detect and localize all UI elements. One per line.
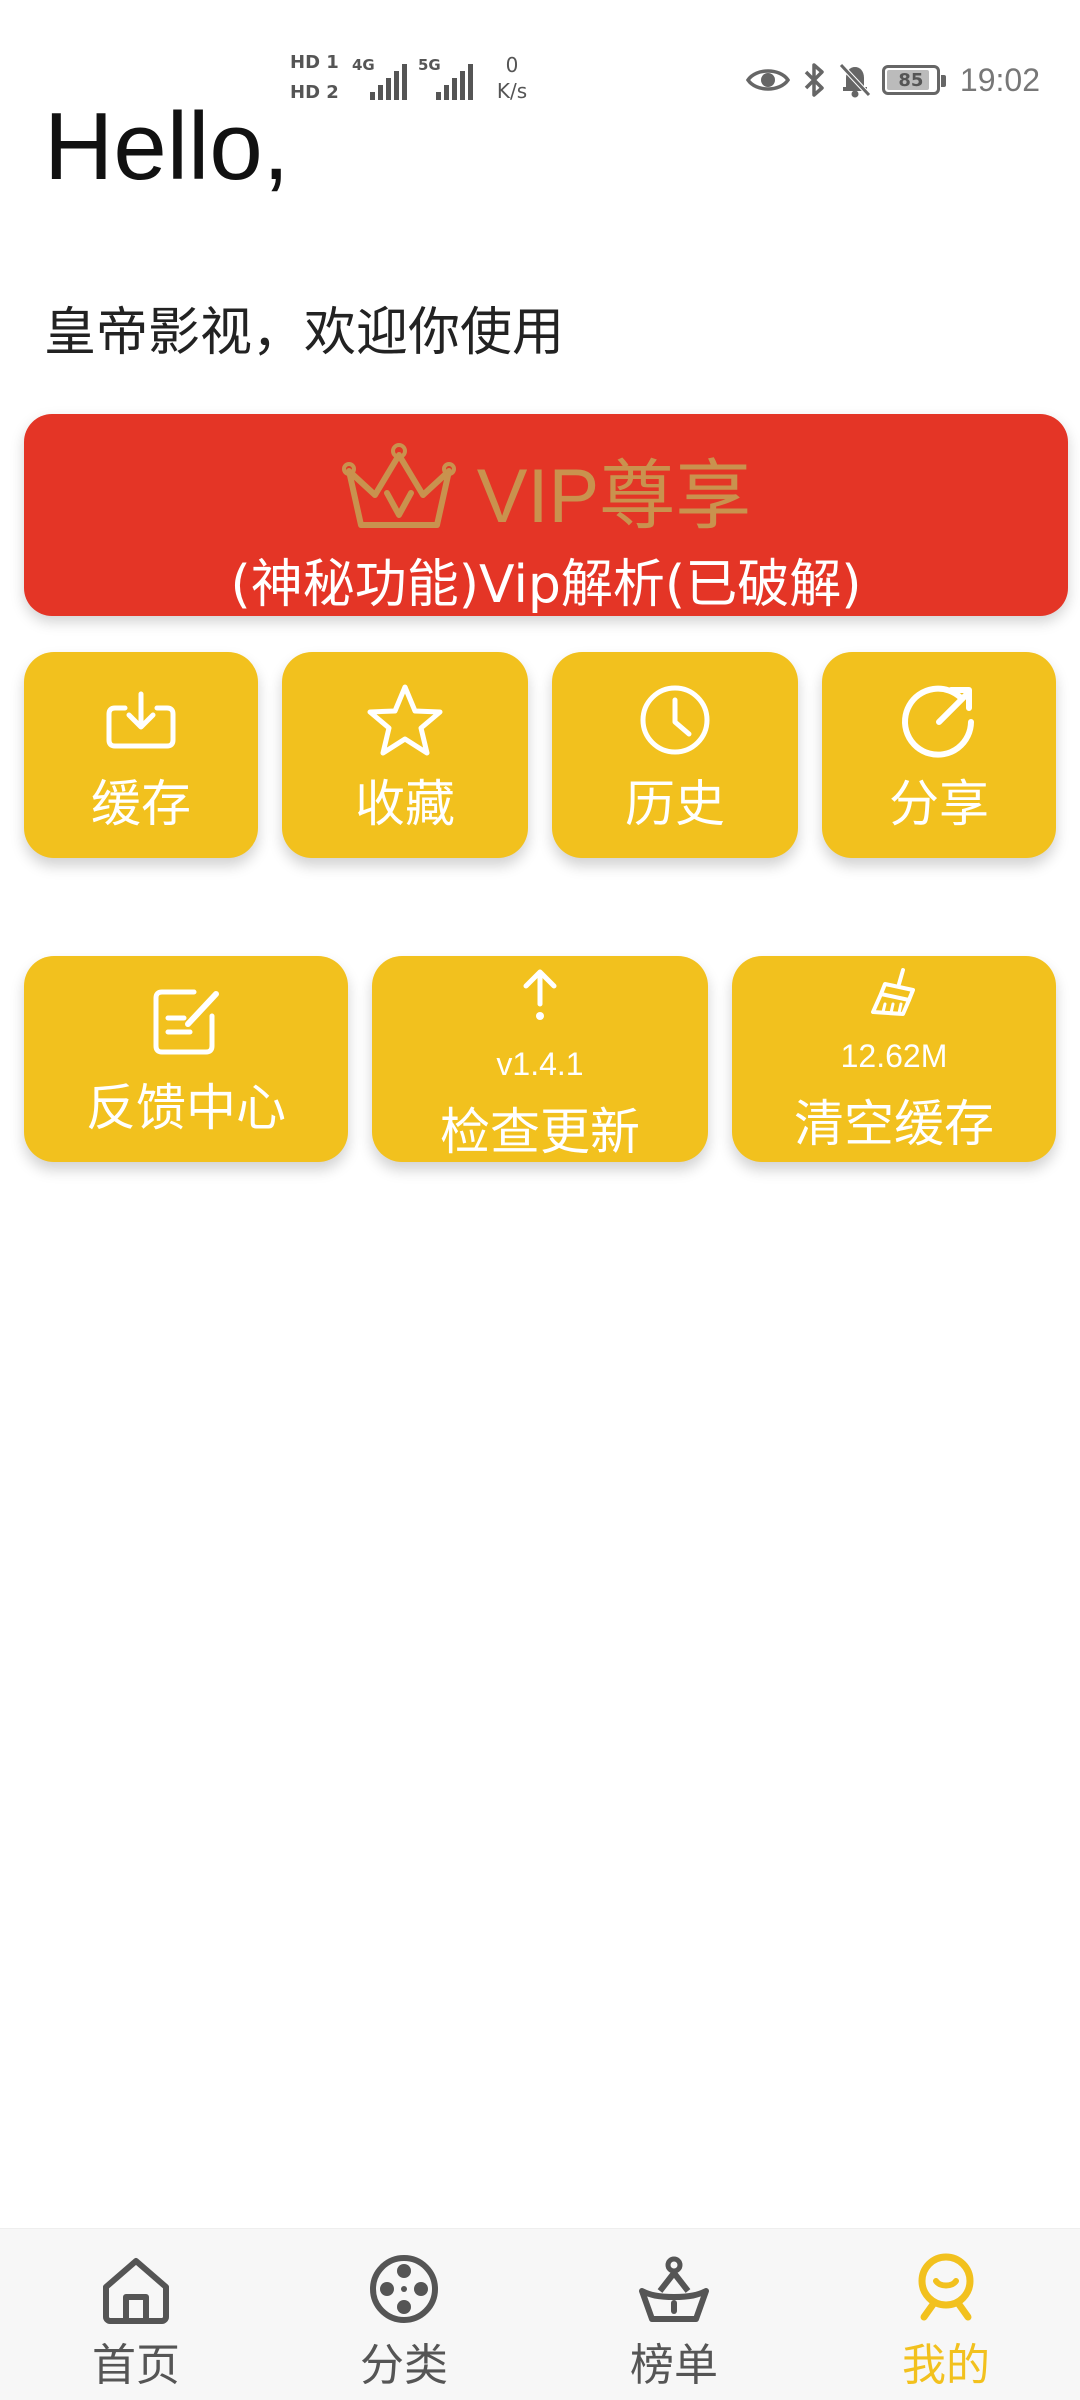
cache-button[interactable]: 缓存 (24, 652, 258, 858)
feedback-label: 反馈中心 (86, 1079, 286, 1137)
clear-cache-label: 清空缓存 (794, 1095, 994, 1153)
network-speed: 0 K/s (482, 52, 542, 104)
broom-icon (871, 968, 915, 1016)
feedback-button[interactable]: 反馈中心 (24, 956, 348, 1162)
check-update-label: 检查更新 (440, 1103, 640, 1161)
nav-home[interactable]: 首页 (36, 2229, 236, 2400)
edit-icon (153, 989, 219, 1055)
share-label: 分享 (889, 775, 989, 833)
version-text: v1.4.1 (496, 1046, 584, 1082)
hd2-label: HD 2 (290, 82, 339, 103)
user-icon (918, 2253, 974, 2321)
clear-cache-button[interactable]: 12.62M 清空缓存 (732, 956, 1056, 1162)
battery-icon: 85 (881, 65, 946, 95)
share-button[interactable]: 分享 (822, 652, 1056, 858)
vip-title-row: VIP尊享 (24, 434, 1068, 544)
arrow-up-icon (523, 969, 557, 1020)
download-icon (106, 691, 176, 749)
favorites-button[interactable]: 收藏 (282, 652, 528, 858)
nav-category-label: 分类 (360, 2340, 448, 2391)
crown-icon (341, 443, 456, 528)
hd1-label: HD 1 (290, 52, 339, 73)
signal-4g-icon: 4G (352, 56, 412, 100)
mute-bell-icon (839, 63, 871, 98)
hd-indicator: HD 1 HD 2 (290, 48, 342, 112)
history-button[interactable]: 历史 (552, 652, 798, 858)
nav-ranking[interactable]: 榜单 (574, 2229, 774, 2400)
bottom-navigation: 首页 分类 榜单 我的 (0, 2228, 1080, 2400)
check-update-button[interactable]: v1.4.1 检查更新 (372, 956, 708, 1162)
battery-level: 85 (898, 69, 924, 91)
trophy-icon (639, 2256, 709, 2322)
network-speed-unit: K/s (496, 79, 528, 103)
nav-home-label: 首页 (92, 2340, 180, 2391)
welcome-text: 皇帝影视，欢迎你使用 (44, 303, 565, 363)
vip-banner[interactable]: VIP尊享 (神秘功能)Vip解析(已破解) (24, 414, 1068, 616)
status-icons: 85 19:02 (745, 56, 1040, 104)
share-icon (902, 685, 974, 758)
nav-mine[interactable]: 我的 (846, 2229, 1046, 2400)
clock-icon (640, 685, 710, 755)
clock-time: 19:02 (959, 61, 1040, 98)
vip-title: VIP尊享 (476, 454, 752, 539)
network-speed-value: 0 (505, 53, 519, 77)
cache-size-text: 12.62M (840, 1038, 948, 1074)
favorites-label: 收藏 (355, 775, 455, 833)
star-icon (367, 684, 443, 756)
eye-icon (745, 69, 790, 91)
cache-label: 缓存 (91, 775, 191, 833)
vip-subtitle: (神秘功能)Vip解析(已破解) (230, 555, 862, 615)
bluetooth-icon (804, 63, 824, 97)
home-icon (103, 2258, 169, 2324)
nav-category[interactable]: 分类 (304, 2229, 504, 2400)
profile-page: HD 1 HD 2 4G 5G 0 K/s 85 19:02 Hello, 皇帝… (0, 0, 1080, 2400)
signal-5g-icon: 5G (418, 56, 478, 100)
history-label: 历史 (625, 775, 725, 833)
greeting: Hello, (44, 93, 290, 200)
nav-mine-label: 我的 (902, 2340, 990, 2391)
film-reel-icon (370, 2255, 438, 2323)
nav-ranking-label: 榜单 (630, 2340, 718, 2391)
